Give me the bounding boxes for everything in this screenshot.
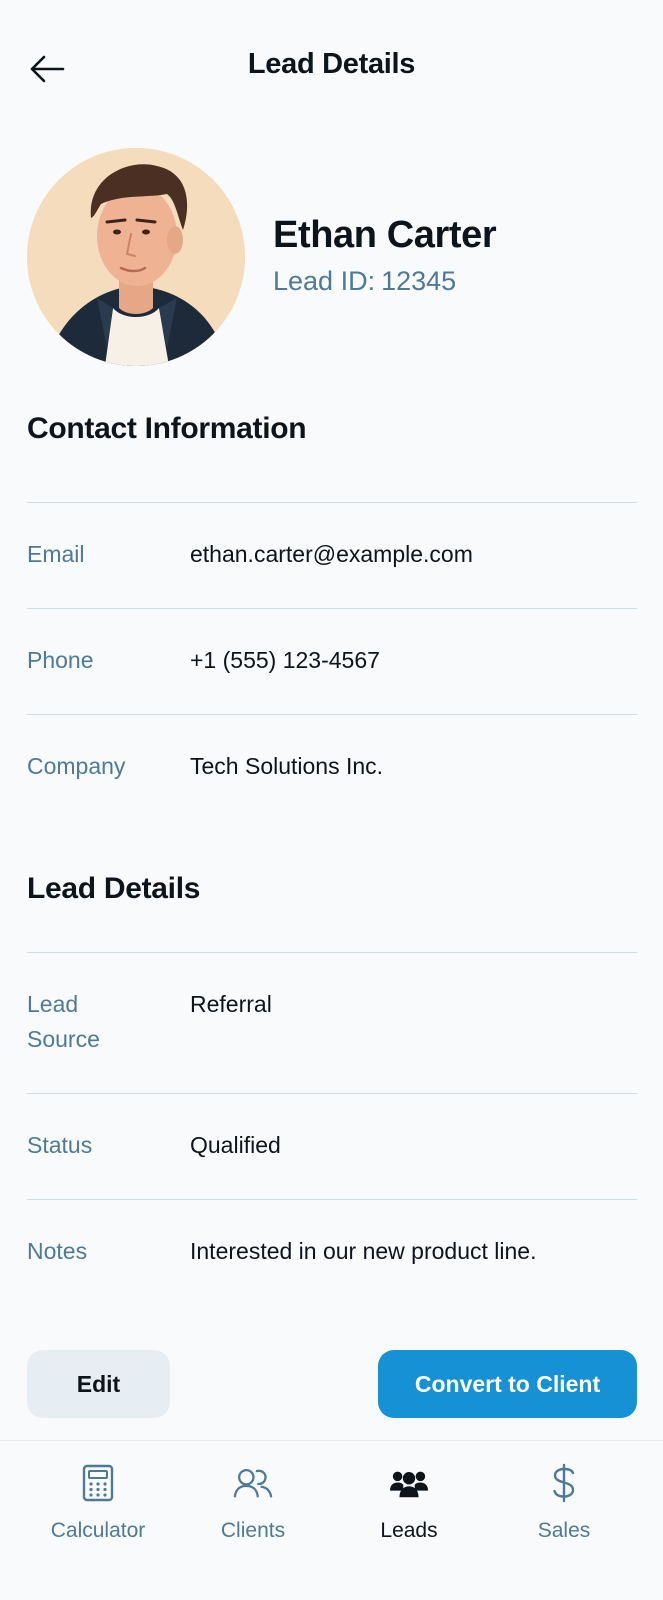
nav-label: Sales — [537, 1519, 591, 1542]
row-value[interactable]: +1 (555) 123-4567 — [190, 643, 380, 678]
nav-label: Leads — [380, 1519, 438, 1542]
nav-label: Clients — [220, 1519, 286, 1542]
nav-item-sales[interactable]: Sales — [489, 1463, 639, 1563]
row-label: Email — [27, 541, 85, 567]
row-value: Tech Solutions Inc. — [190, 753, 384, 779]
row-value: Interested in our new product line. — [190, 1238, 537, 1264]
lead-id-label: Lead ID: — [273, 266, 376, 296]
convert-to-client-button[interactable]: Convert to Client — [378, 1350, 637, 1418]
dollar-icon — [544, 1463, 584, 1503]
row-value: Qualified — [190, 1132, 281, 1158]
lead-name: Ethan Carter — [273, 214, 497, 256]
nav-item-leads[interactable]: Leads — [334, 1463, 484, 1563]
contact-section-title: Contact Information — [27, 412, 307, 445]
profile-card: Ethan Carter Lead ID: 12345 — [27, 148, 637, 368]
row-label: Status — [27, 1132, 93, 1158]
header: Lead Details — [0, 0, 663, 136]
calculator-icon — [78, 1463, 118, 1503]
lead-row-status: Status Qualified — [27, 1093, 637, 1199]
lead-details-screen: Lead Details Ethan Carter Lead ID: 12345… — [0, 0, 663, 1600]
row-value[interactable]: ethan.carter@example.com — [190, 537, 473, 572]
nav-label: Calculator — [50, 1519, 146, 1542]
lead-id-value: 12345 — [381, 266, 457, 296]
lead-section-title: Lead Details — [27, 872, 201, 905]
row-value: Referral — [190, 991, 272, 1017]
lead-details-list: Lead Source Referral Status Qualified No… — [27, 952, 637, 1305]
nav-item-calculator[interactable]: Calculator — [23, 1463, 173, 1563]
lead-row-notes: Notes Interested in our new product line… — [27, 1199, 637, 1305]
avatar — [27, 148, 245, 366]
users-filled-icon — [389, 1463, 429, 1503]
row-label: Company — [27, 753, 126, 779]
bottom-nav: Calculator Clients Leads Sales — [0, 1440, 663, 1600]
contact-info-list: Email ethan.carter@example.com Phone +1 … — [27, 502, 637, 820]
contact-row-company: Company Tech Solutions Inc. — [27, 714, 637, 820]
page-title: Lead Details — [247, 48, 416, 80]
contact-row-phone: Phone +1 (555) 123-4567 — [27, 608, 637, 714]
row-label: Phone — [27, 647, 94, 673]
lead-row-source: Lead Source Referral — [27, 952, 637, 1093]
contact-row-email: Email ethan.carter@example.com — [27, 502, 637, 608]
users-icon — [233, 1463, 273, 1503]
edit-button[interactable]: Edit — [27, 1350, 170, 1418]
nav-item-clients[interactable]: Clients — [178, 1463, 328, 1563]
lead-id: Lead ID: 12345 — [273, 266, 456, 297]
row-label: Notes — [27, 1238, 88, 1264]
row-label: Lead Source — [27, 991, 100, 1052]
